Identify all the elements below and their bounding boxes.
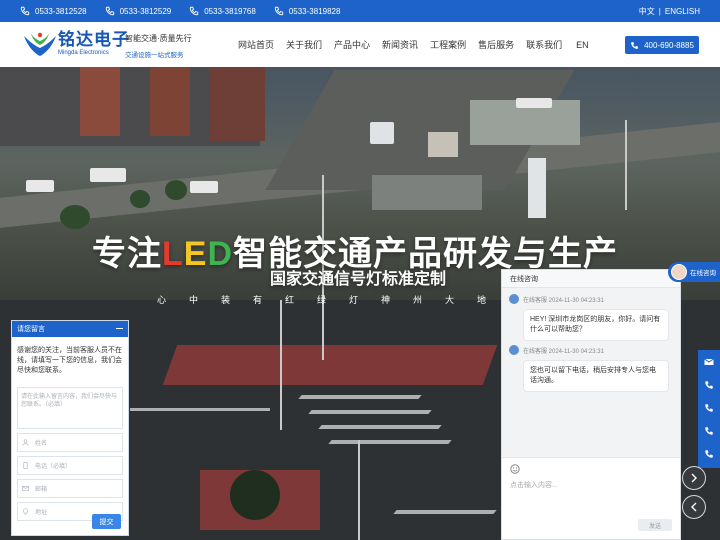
message-tool[interactable] bbox=[698, 350, 720, 373]
phone-icon bbox=[105, 6, 114, 16]
location-icon bbox=[23, 508, 28, 515]
chat-meta: 在线客服 2024-11-30 04:23:31 bbox=[509, 294, 669, 304]
phone-icon bbox=[631, 41, 638, 49]
submit-button[interactable]: 提交 bbox=[92, 514, 121, 529]
nav-about[interactable]: 关于我们 bbox=[280, 38, 328, 51]
headline-led-d: D bbox=[207, 235, 234, 273]
message-content-input[interactable]: 请在此输入留言内容，我们会尽快与您联系。（必填） bbox=[17, 387, 123, 429]
nav-products[interactable]: 产品中心 bbox=[328, 38, 376, 51]
consult-label: 在线咨询 bbox=[690, 270, 716, 277]
agent-avatar bbox=[509, 345, 519, 355]
slider-next-button[interactable] bbox=[682, 466, 706, 490]
chat-title: 在线咨询 bbox=[510, 275, 538, 283]
phone-number: 0533-3819768 bbox=[204, 6, 256, 16]
chat-sender: 在线客服 2024-11-30 04:23:31 bbox=[523, 348, 604, 355]
chevron-left-icon bbox=[691, 502, 697, 512]
phone-number: 0533-3819828 bbox=[288, 6, 341, 16]
nav-contact[interactable]: 联系我们 bbox=[520, 38, 568, 51]
phone-icon bbox=[23, 462, 28, 469]
slider-prev-button[interactable] bbox=[682, 495, 706, 519]
phone-icon bbox=[705, 449, 713, 458]
email-field[interactable]: 邮箱 bbox=[17, 479, 123, 498]
phone-icon bbox=[705, 403, 713, 412]
mail-icon bbox=[22, 486, 29, 491]
send-label: 发送 bbox=[648, 523, 661, 530]
minimize-icon[interactable] bbox=[116, 328, 123, 329]
headline-prefix: 专注 bbox=[92, 235, 162, 273]
hotline-button[interactable]: 400-690-8885 bbox=[625, 36, 699, 54]
brand-name-cn: 铭达电子 bbox=[58, 30, 130, 50]
hotline-number: 400-690-8885 bbox=[644, 40, 694, 50]
chat-message: 在线客服 2024-11-30 04:23:31 您也可以留下电话，稍后安排专人… bbox=[509, 345, 669, 392]
phone-item[interactable]: 0533-3819768 bbox=[189, 6, 256, 16]
phone-icon bbox=[705, 426, 713, 435]
phone-item[interactable]: 0533-3812528 bbox=[20, 6, 87, 16]
chat-bubble: 您也可以留下电话，稍后安排专人与您电话沟通。 bbox=[523, 360, 669, 392]
chat-message: 在线客服 2024-11-30 04:23:31 HEY! 深圳市龙岗区的朋友，… bbox=[509, 294, 669, 341]
agent-avatar bbox=[671, 264, 687, 280]
leave-message-title: 请您留言 bbox=[17, 326, 45, 333]
phone-icon bbox=[274, 6, 284, 16]
phone-icon bbox=[20, 6, 30, 16]
hero-subline: 国家交通信号灯标准定制 bbox=[270, 271, 447, 288]
address-field-label: 地址 bbox=[35, 510, 48, 516]
phone-item[interactable]: 0533-3819828 bbox=[274, 6, 341, 16]
brand[interactable]: 铭达电子 Mingda Electronics bbox=[58, 31, 130, 56]
nav-english[interactable]: EN bbox=[570, 40, 595, 50]
site-header: 铭达电子 Mingda Electronics 智能交通·质量先行 交通设施一站… bbox=[0, 22, 720, 67]
slogan-line-1: 智能交通·质量先行 bbox=[125, 34, 192, 43]
mail-icon bbox=[704, 358, 714, 365]
nav-news[interactable]: 新闻资讯 bbox=[376, 38, 424, 51]
slogan: 智能交通·质量先行 交通设施一站式服务 bbox=[125, 33, 192, 59]
lang-separator: | bbox=[658, 6, 661, 16]
slogan-line-2: 交通设施一站式服务 bbox=[125, 52, 184, 59]
nav-service[interactable]: 售后服务 bbox=[472, 38, 520, 51]
online-consult-tab[interactable]: 在线咨询 bbox=[668, 262, 720, 282]
leave-message-description: 感谢您的关注，当前客服人员不在线，请填写一下您的信息，我们会尽快和您联系。 bbox=[17, 347, 122, 374]
nav-cases[interactable]: 工程案例 bbox=[424, 38, 472, 51]
main-nav: 网站首页 关于我们 产品中心 新闻资讯 工程案例 售后服务 联系我们 EN bbox=[232, 22, 595, 67]
headline-led-l: L bbox=[162, 235, 184, 273]
phone-icon bbox=[190, 6, 199, 16]
phone-item[interactable]: 0533-3812529 bbox=[105, 6, 172, 16]
name-field[interactable]: 姓名 bbox=[17, 433, 123, 452]
hero-tagline: 心中装有红绿灯神州大地陆 bbox=[157, 295, 542, 305]
chat-sender: 在线客服 2024-11-30 04:23:31 bbox=[523, 297, 604, 304]
emoji-icon[interactable] bbox=[510, 464, 520, 474]
chat-bubble: HEY! 深圳市龙岗区的朋友，你好。请问有什么可以帮助您？ bbox=[523, 309, 669, 341]
chat-header[interactable]: 在线咨询 bbox=[502, 270, 680, 288]
email-field-label: 邮箱 bbox=[35, 487, 48, 493]
headline-led-e: E bbox=[183, 235, 208, 273]
right-toolbar bbox=[698, 350, 720, 468]
lang-cn-link[interactable]: 中文 bbox=[639, 6, 655, 17]
send-button[interactable]: 发送 bbox=[638, 519, 672, 531]
chevron-right-icon bbox=[691, 473, 697, 483]
phone-tool[interactable] bbox=[698, 396, 720, 419]
lang-en-link[interactable]: ENGLISH bbox=[665, 7, 700, 16]
phone-icon bbox=[705, 380, 713, 389]
chat-meta: 在线客服 2024-11-30 04:23:31 bbox=[509, 345, 669, 355]
user-icon bbox=[22, 439, 29, 446]
leave-message-header[interactable]: 请您留言 bbox=[12, 321, 128, 337]
phone-number: 0533-3812528 bbox=[35, 6, 87, 16]
leave-message-widget: 请您留言 感谢您的关注，当前客服人员不在线，请填写一下您的信息，我们会尽快和您联… bbox=[11, 320, 129, 536]
online-chat-widget: 在线咨询 在线客服 2024-11-30 04:23:31 HEY! 深圳市龙岗… bbox=[501, 269, 681, 540]
phone-number: 0533-3812529 bbox=[119, 6, 172, 16]
logo-icon[interactable] bbox=[22, 30, 58, 58]
chat-input-area[interactable]: 点击输入内容... 发送 bbox=[502, 457, 680, 539]
phone-field[interactable]: 电话（必填） bbox=[17, 456, 123, 475]
phone-tool[interactable] bbox=[698, 442, 720, 465]
brand-name-en: Mingda Electronics bbox=[58, 50, 109, 56]
top-bar: 0533-3812528 0533-3812529 0533-3819768 0… bbox=[0, 0, 720, 22]
language-switcher: 中文 | ENGLISH bbox=[635, 0, 700, 22]
nav-home[interactable]: 网站首页 bbox=[232, 38, 280, 51]
name-field-label: 姓名 bbox=[35, 441, 48, 447]
agent-avatar bbox=[509, 294, 519, 304]
phone-tool[interactable] bbox=[698, 419, 720, 442]
phone-field-label: 电话（必填） bbox=[35, 464, 72, 470]
phone-tool[interactable] bbox=[698, 373, 720, 396]
chat-input-placeholder: 点击输入内容... bbox=[510, 482, 558, 489]
